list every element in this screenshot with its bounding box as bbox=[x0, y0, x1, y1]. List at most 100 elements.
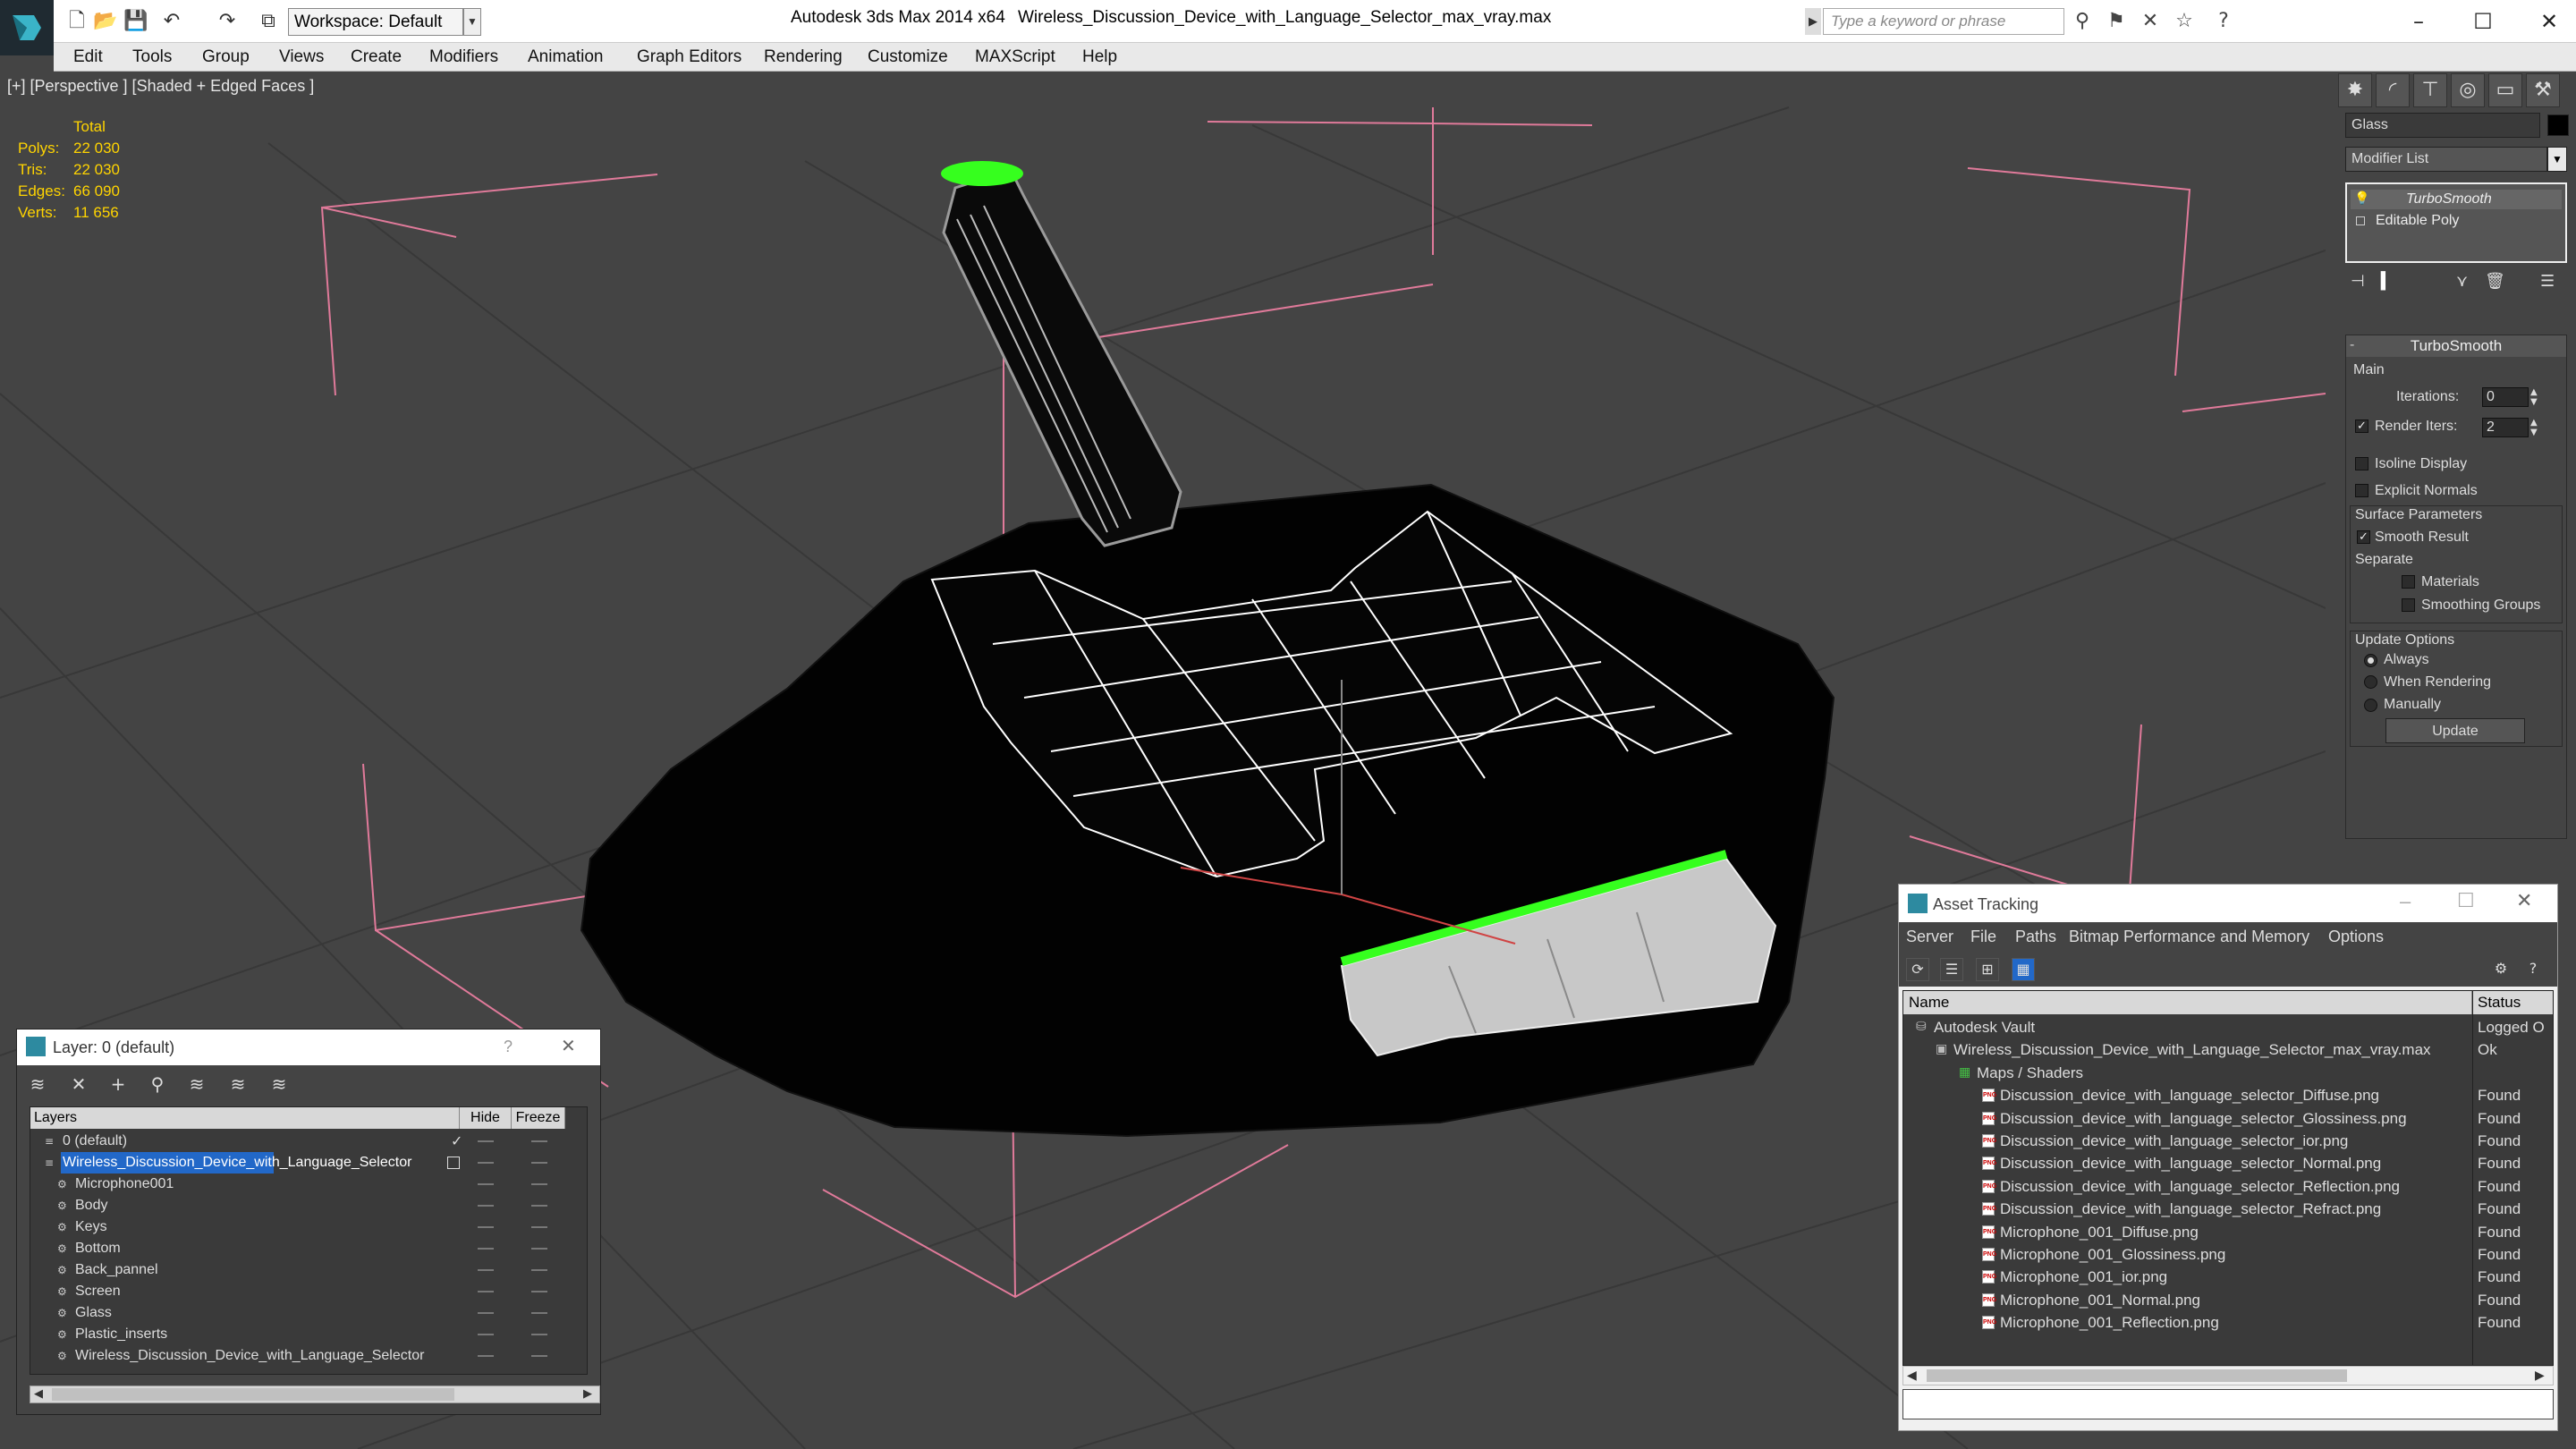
layer-row[interactable]: ⚙ Glass bbox=[30, 1302, 587, 1324]
rollout-header[interactable]: TurboSmooth bbox=[2346, 335, 2566, 357]
active-layer-check-icon[interactable]: ✓ bbox=[451, 1131, 462, 1152]
table-view-icon[interactable]: ▦ bbox=[2012, 958, 2035, 981]
menu-maxscript[interactable]: MAXScript bbox=[975, 43, 1055, 72]
asset-row[interactable]: PNG Discussion_device_with_language_selec… bbox=[1903, 1107, 2553, 1130]
hierarchy-tab-icon[interactable]: ⊤ bbox=[2413, 73, 2447, 107]
menu-group[interactable]: Group bbox=[202, 43, 250, 72]
collapse-icon[interactable]: - bbox=[2350, 337, 2354, 353]
menu-create[interactable]: Create bbox=[351, 43, 402, 72]
freeze-all-layers-icon[interactable]: ≋ bbox=[267, 1072, 291, 1096]
freeze-toggle[interactable] bbox=[531, 1248, 547, 1250]
refresh-icon[interactable]: ⟳ bbox=[1906, 958, 1929, 981]
layer-panel-titlebar[interactable]: Layer: 0 (default) ? ✕ bbox=[17, 1030, 600, 1065]
freeze-toggle[interactable] bbox=[531, 1312, 547, 1314]
hide-toggle[interactable] bbox=[478, 1183, 494, 1185]
layer-row[interactable]: ⚙ Keys bbox=[30, 1216, 587, 1238]
layer-row[interactable]: ⚙ Microphone001 bbox=[30, 1174, 587, 1195]
asset-menu-options[interactable]: Options bbox=[2328, 928, 2384, 946]
undo-icon[interactable]: ↶ bbox=[159, 9, 184, 34]
exchange-icon[interactable]: ✕ bbox=[2138, 9, 2163, 34]
asset-row[interactable]: PNG Discussion_device_with_language_selec… bbox=[1903, 1152, 2553, 1174]
create-layer-icon[interactable]: ≋ bbox=[26, 1072, 49, 1096]
new-file-icon[interactable]: 🗋 bbox=[64, 9, 89, 34]
asset-menu-server[interactable]: Server bbox=[1906, 928, 1953, 946]
render-iters-spinner[interactable]: 2 bbox=[2482, 418, 2529, 437]
freeze-toggle[interactable] bbox=[531, 1269, 547, 1271]
hide-toggle[interactable] bbox=[478, 1226, 494, 1228]
remove-modifier-icon[interactable]: 🗑 bbox=[2485, 272, 2505, 291]
close-icon[interactable]: ✕ bbox=[2516, 890, 2532, 912]
freeze-toggle[interactable] bbox=[531, 1334, 547, 1335]
asset-row[interactable]: ⛁ Autodesk Vault Logged O bbox=[1903, 1016, 2553, 1038]
configure-sets-icon[interactable]: ☰ bbox=[2540, 272, 2555, 291]
hide-toggle[interactable] bbox=[478, 1269, 494, 1271]
stack-item-editable-poly[interactable]: Editable Poly bbox=[2351, 211, 2562, 231]
motion-tab-icon[interactable]: ◎ bbox=[2451, 73, 2485, 107]
modifier-list-dropdown[interactable]: Modifier List bbox=[2345, 147, 2547, 172]
scroll-left-icon[interactable]: ◀ bbox=[1907, 1368, 1917, 1383]
materials-checkbox[interactable] bbox=[2402, 575, 2415, 589]
smooth-result-checkbox[interactable]: ✓ bbox=[2357, 530, 2370, 544]
layer-row[interactable]: ⚙ Body bbox=[30, 1195, 587, 1216]
minimize-icon[interactable]: – bbox=[2400, 890, 2411, 913]
maximize-icon[interactable]: ☐ bbox=[2465, 5, 2501, 38]
freeze-toggle[interactable] bbox=[531, 1226, 547, 1228]
expand-icon[interactable] bbox=[2356, 216, 2365, 225]
viewport-label[interactable]: [+] [Perspective ] [Shaded + Edged Faces… bbox=[7, 77, 314, 96]
hide-column-header[interactable]: Hide bbox=[460, 1107, 512, 1129]
make-unique-icon[interactable]: ⋎ bbox=[2456, 272, 2468, 291]
hide-toggle[interactable] bbox=[478, 1140, 494, 1142]
menu-help[interactable]: Help bbox=[1082, 43, 1117, 72]
scroll-left-icon[interactable]: ◀ bbox=[34, 1386, 43, 1401]
search-input[interactable]: Type a keyword or phrase bbox=[1823, 8, 2064, 35]
when-rendering-radio[interactable] bbox=[2364, 675, 2377, 689]
help-icon[interactable]: ? bbox=[2521, 958, 2545, 981]
manually-radio[interactable] bbox=[2364, 699, 2377, 712]
layer-row[interactable]: ≡ Wireless_Discussion_Device_with_Languag… bbox=[30, 1152, 587, 1174]
layer-row[interactable]: ⚙ Plastic_inserts bbox=[30, 1324, 587, 1345]
scroll-right-icon[interactable]: ▶ bbox=[583, 1386, 592, 1401]
hide-toggle[interactable] bbox=[478, 1248, 494, 1250]
asset-menu-file[interactable]: File bbox=[1970, 928, 1996, 946]
freeze-toggle[interactable] bbox=[531, 1205, 547, 1207]
communication-center-icon[interactable]: ⚑ bbox=[2104, 9, 2129, 34]
close-icon[interactable]: ✕ bbox=[2531, 5, 2567, 38]
favorites-star-icon[interactable]: ☆ bbox=[2172, 9, 2197, 34]
layer-row[interactable]: ⚙ Screen bbox=[30, 1281, 587, 1302]
freeze-toggle[interactable] bbox=[531, 1355, 547, 1357]
asset-row[interactable]: PNG Microphone_001_Reflection.png Found bbox=[1903, 1311, 2553, 1334]
set-active-layer-icon[interactable] bbox=[447, 1157, 460, 1169]
open-file-icon[interactable]: 📂 bbox=[93, 9, 118, 34]
scroll-right-icon[interactable]: ▶ bbox=[2535, 1368, 2545, 1383]
asset-row[interactable]: PNG Microphone_001_ior.png Found bbox=[1903, 1266, 2553, 1288]
select-objects-icon[interactable]: ⚲ bbox=[146, 1072, 169, 1096]
show-end-result-icon[interactable]: ▍ bbox=[2381, 272, 2394, 291]
explicit-normals-checkbox[interactable] bbox=[2355, 484, 2368, 497]
asset-row[interactable]: PNG Discussion_device_with_language_selec… bbox=[1903, 1130, 2553, 1152]
asset-row[interactable]: PNG Microphone_001_Normal.png Found bbox=[1903, 1289, 2553, 1311]
asset-row[interactable]: ▦ Maps / Shaders bbox=[1903, 1062, 2553, 1084]
menu-views[interactable]: Views bbox=[279, 43, 324, 72]
asset-tracking-titlebar[interactable]: Asset Tracking – ☐ ✕ bbox=[1899, 885, 2557, 922]
asset-row[interactable]: ▣ Wireless_Discussion_Device_with_Languag… bbox=[1903, 1038, 2553, 1061]
maximize-icon[interactable]: ☐ bbox=[2457, 890, 2475, 912]
project-folder-icon[interactable]: ⧉ bbox=[256, 9, 281, 34]
app-logo-icon[interactable] bbox=[0, 0, 54, 55]
menu-modifiers[interactable]: Modifiers bbox=[429, 43, 498, 72]
hide-all-layers-icon[interactable]: ≋ bbox=[226, 1072, 250, 1096]
freeze-toggle[interactable] bbox=[531, 1162, 547, 1164]
scroll-thumb[interactable] bbox=[52, 1388, 454, 1401]
hide-toggle[interactable] bbox=[478, 1205, 494, 1207]
menu-rendering[interactable]: Rendering bbox=[764, 43, 843, 72]
freeze-toggle[interactable] bbox=[531, 1183, 547, 1185]
render-iters-checkbox[interactable]: ✓ bbox=[2355, 419, 2368, 433]
workspace-dropdown[interactable]: Workspace: Default bbox=[288, 8, 463, 36]
smoothing-groups-checkbox[interactable] bbox=[2402, 598, 2415, 612]
vault-settings-icon[interactable]: ⚙ bbox=[2489, 958, 2512, 981]
menu-graph-editors[interactable]: Graph Editors bbox=[637, 43, 741, 72]
asset-row[interactable]: PNG Microphone_001_Diffuse.png Found bbox=[1903, 1221, 2553, 1243]
stack-item-turbosmooth[interactable]: 💡 TurboSmooth bbox=[2351, 190, 2562, 209]
modify-tab-icon[interactable]: ◜ bbox=[2376, 73, 2410, 107]
bulb-icon[interactable]: 💡 bbox=[2354, 191, 2369, 206]
hide-toggle[interactable] bbox=[478, 1355, 494, 1357]
